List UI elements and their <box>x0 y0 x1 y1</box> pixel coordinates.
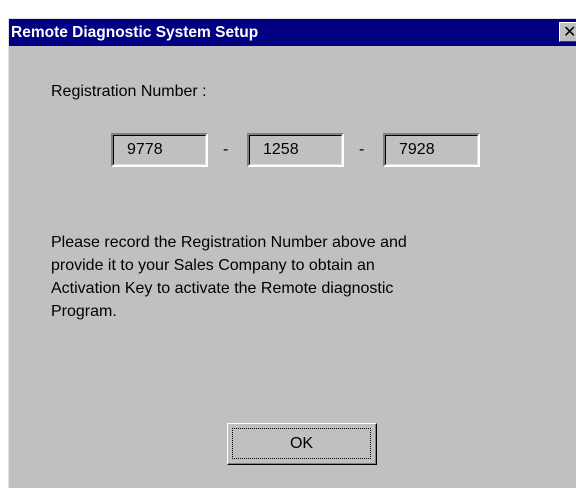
registration-part-2-field[interactable]: 1258 <box>247 133 344 167</box>
title-bar[interactable]: Remote Diagnostic System Setup ✕ <box>9 19 576 46</box>
instruction-message: Please record the Registration Number ab… <box>51 231 551 323</box>
setup-dialog: Remote Diagnostic System Setup ✕ Registr… <box>8 18 576 488</box>
message-line: Please record the Registration Number ab… <box>51 234 407 251</box>
message-line: Program. <box>51 303 117 320</box>
dialog-title: Remote Diagnostic System Setup <box>11 24 259 41</box>
close-button[interactable]: ✕ <box>559 22 576 42</box>
ok-button[interactable]: OK <box>227 423 377 465</box>
registration-number-label: Registration Number : <box>51 83 207 100</box>
message-line: Activation Key to activate the Remote di… <box>51 280 394 297</box>
registration-part-3-value: 7928 <box>385 135 478 165</box>
registration-part-1-value: 9778 <box>113 135 206 165</box>
separator-dash: - <box>223 141 229 158</box>
message-line: provide it to your Sales Company to obta… <box>51 257 375 274</box>
separator-dash: - <box>359 141 365 158</box>
ok-button-label: OK <box>232 428 371 459</box>
close-icon: ✕ <box>563 22 576 41</box>
registration-part-1-field[interactable]: 9778 <box>111 133 208 167</box>
registration-part-3-field[interactable]: 7928 <box>383 133 480 167</box>
registration-part-2-value: 1258 <box>249 135 342 165</box>
